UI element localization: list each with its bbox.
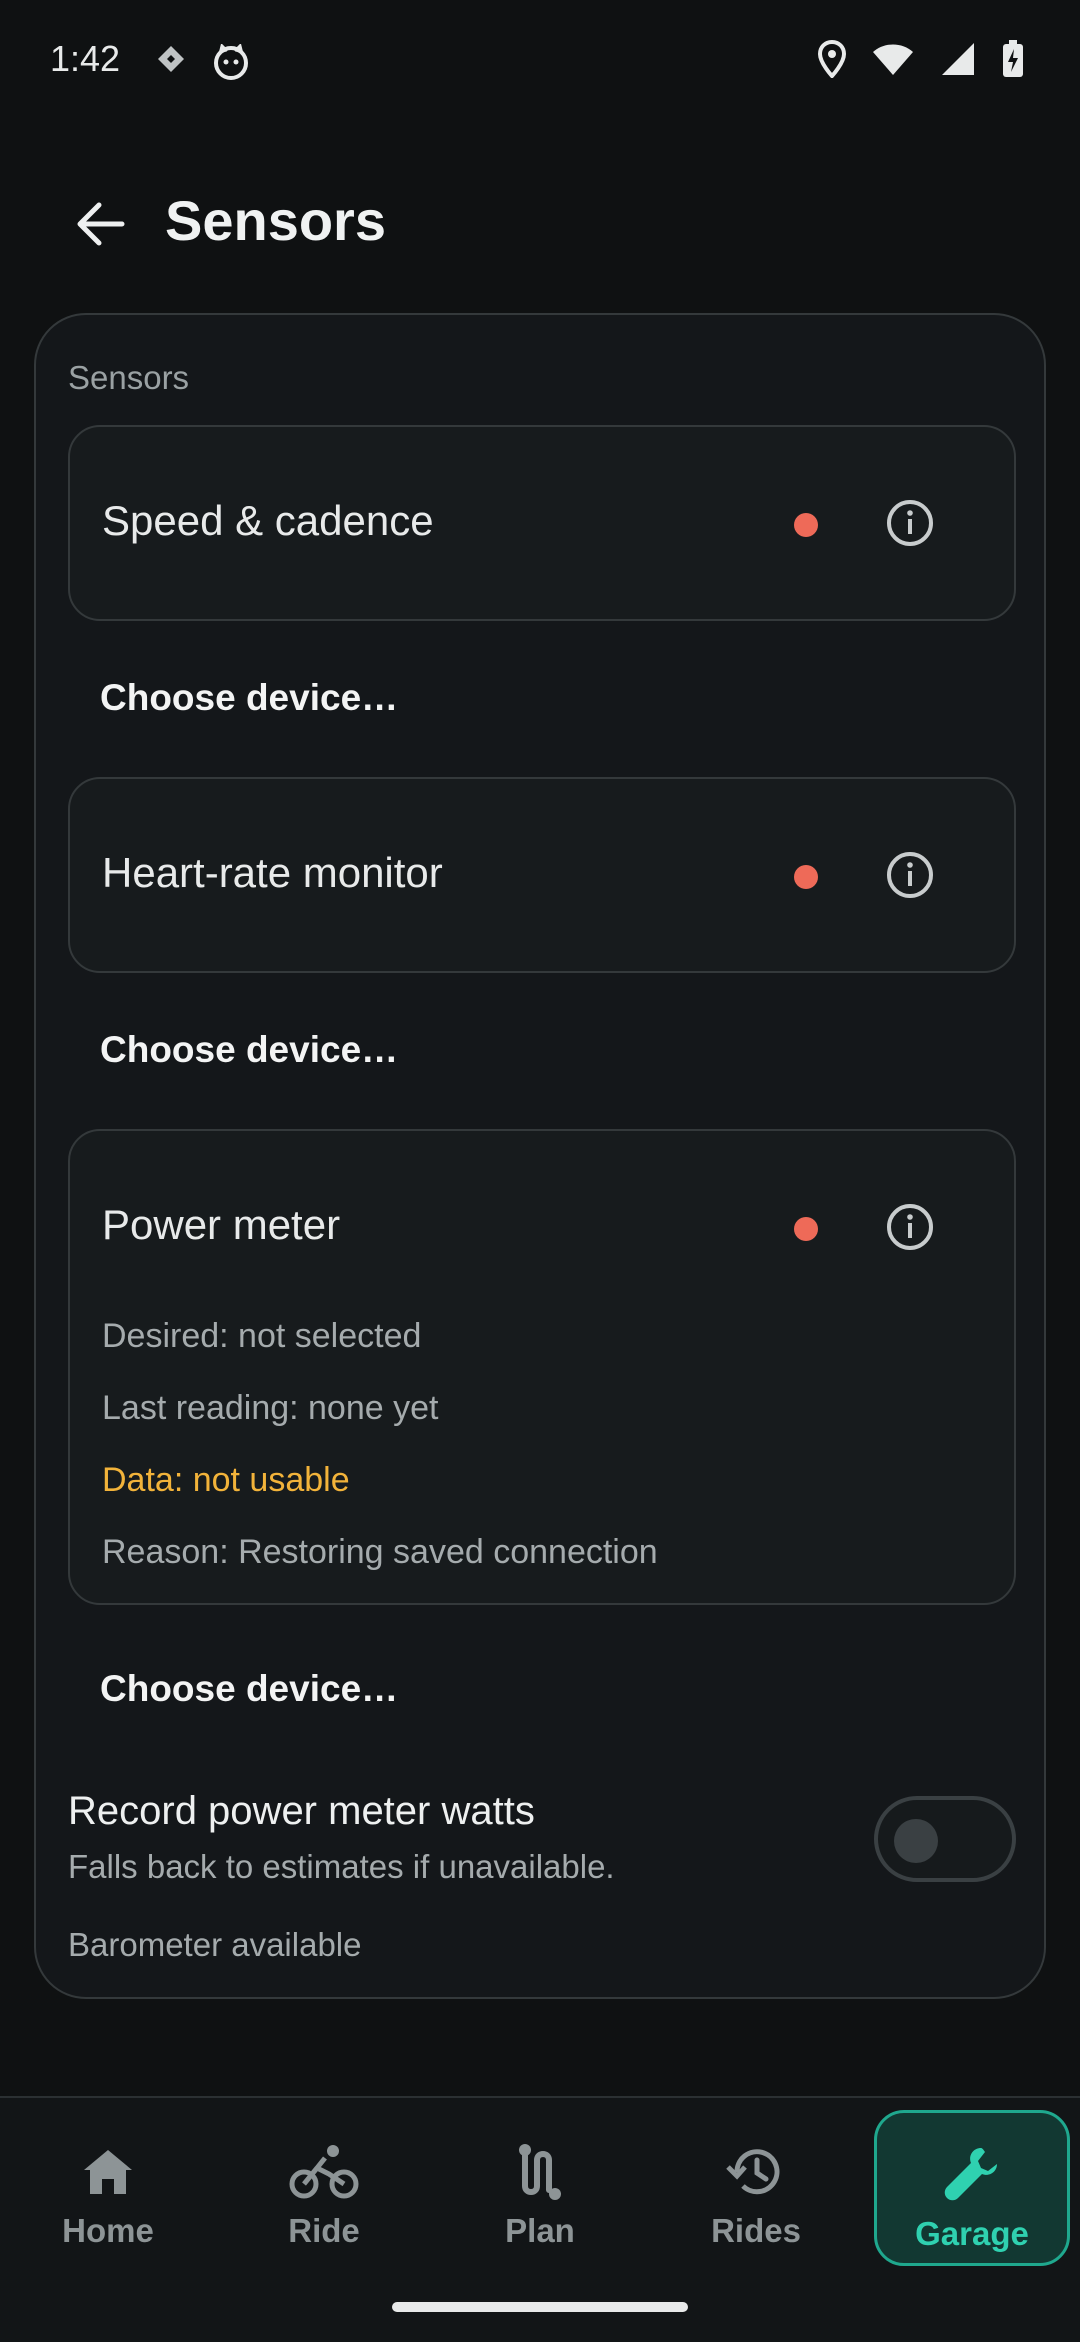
location-icon [817, 39, 847, 82]
arrow-left-icon [75, 201, 125, 251]
signal-icon [940, 41, 976, 81]
page-title: Sensors [165, 189, 386, 252]
nav-item-garage[interactable]: Garage [874, 2110, 1070, 2266]
nav-label: Rides [711, 2212, 801, 2249]
app-bar: Sensors [0, 170, 1080, 280]
back-button[interactable] [66, 192, 134, 260]
info-icon [885, 498, 935, 552]
toggle-knob [894, 1819, 938, 1863]
info-button[interactable] [882, 497, 938, 553]
choose-device-button[interactable]: Choose device… [100, 677, 398, 719]
nav-label: Home [62, 2212, 154, 2249]
wrench-icon [941, 2143, 1003, 2207]
sensor-card-power-meter: Power meter Desired: not selected Last r… [68, 1129, 1016, 1605]
nav-label: Ride [288, 2212, 360, 2249]
detail-data-status: Data: not usable [102, 1461, 350, 1499]
status-dot [794, 513, 818, 537]
sensor-name: Heart-rate monitor [102, 849, 443, 896]
sensor-card-speed-cadence: Speed & cadence [68, 425, 1016, 621]
detail-last-reading: Last reading: none yet [102, 1389, 439, 1427]
sensor-name: Power meter [102, 1201, 341, 1248]
record-power-title: Record power meter watts [68, 1789, 535, 1833]
nav-item-home[interactable]: Home [10, 2110, 206, 2266]
battery-charging-icon [1002, 40, 1024, 82]
status-dot [794, 865, 818, 889]
detail-reason: Reason: Restoring saved connection [102, 1533, 658, 1571]
nav-item-plan[interactable]: Plan [442, 2110, 638, 2266]
sensor-name: Speed & cadence [102, 497, 434, 544]
info-icon [885, 1202, 935, 1256]
home-icon [81, 2140, 135, 2204]
choose-device-button[interactable]: Choose device… [100, 1029, 398, 1071]
barometer-status: Barometer available [68, 1926, 362, 1963]
detail-desired: Desired: not selected [102, 1317, 422, 1355]
nav-item-ride[interactable]: Ride [226, 2110, 422, 2266]
route-icon [513, 2140, 567, 2204]
info-button[interactable] [882, 1201, 938, 1257]
record-power-subtitle: Falls back to estimates if unavailable. [68, 1848, 615, 1885]
section-label: Sensors [68, 359, 190, 396]
record-power-toggle[interactable] [874, 1796, 1016, 1882]
sensors-panel: Sensors Speed & cadence Choose device… H… [34, 313, 1046, 1999]
home-indicator[interactable] [392, 2302, 688, 2312]
wifi-icon [872, 42, 914, 80]
diamond-icon [156, 44, 186, 78]
choose-device-button[interactable]: Choose device… [100, 1668, 398, 1710]
nav-label: Garage [915, 2215, 1029, 2252]
status-dot [794, 1217, 818, 1241]
cat-face-icon [212, 43, 250, 84]
info-icon [885, 850, 935, 904]
bicycle-icon [289, 2140, 359, 2204]
status-bar: 1:42 [0, 0, 1080, 126]
nav-label: Plan [505, 2212, 575, 2249]
status-time: 1:42 [50, 38, 121, 79]
info-button[interactable] [882, 849, 938, 905]
sensor-card-heart-rate: Heart-rate monitor [68, 777, 1016, 973]
nav-item-rides[interactable]: Rides [658, 2110, 854, 2266]
history-icon [725, 2140, 787, 2204]
